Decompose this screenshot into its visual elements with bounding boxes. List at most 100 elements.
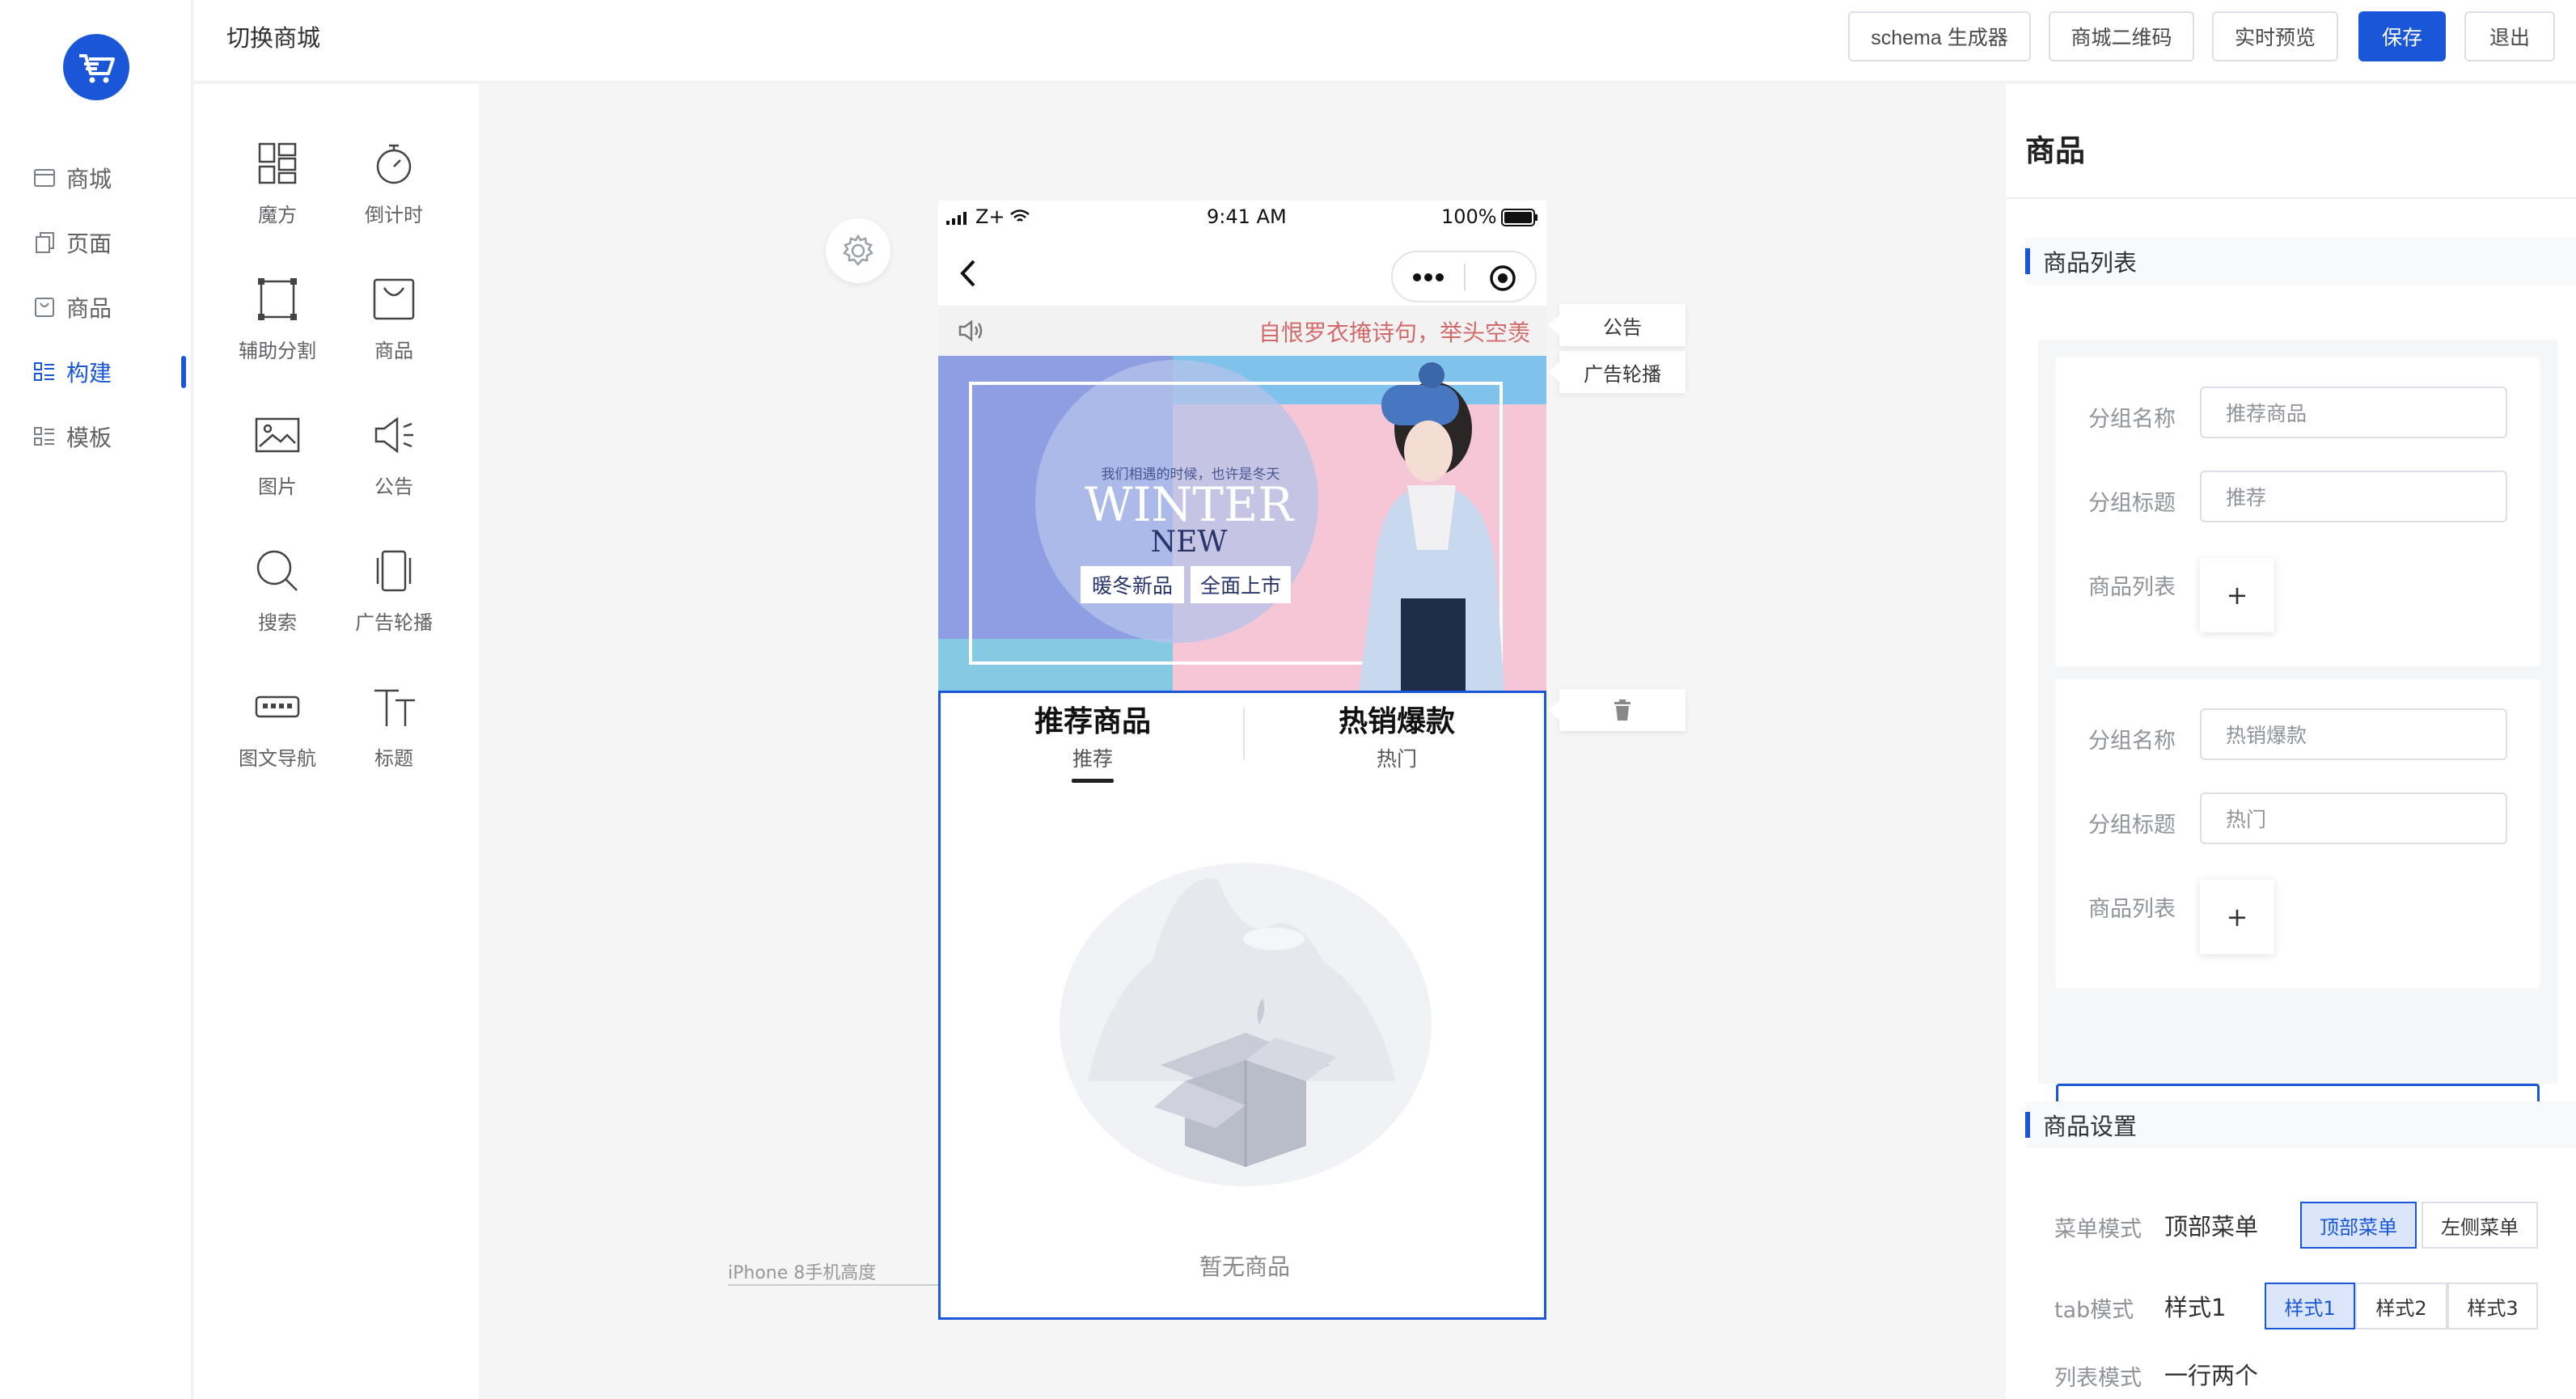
setting-label: tab模式 bbox=[2054, 1298, 2134, 1323]
comp-magic-cube[interactable]: 魔方 bbox=[225, 133, 330, 238]
setting-value: 一行两个 bbox=[2164, 1362, 2259, 1389]
page-settings-gear-icon[interactable] bbox=[826, 218, 890, 283]
group-title-input[interactable]: 热门 bbox=[2200, 792, 2507, 844]
comp-countdown[interactable]: 倒计时 bbox=[341, 133, 446, 238]
tab-title: 推荐商品 bbox=[1034, 705, 1151, 738]
grid-icon bbox=[258, 142, 297, 184]
nav-item-product[interactable]: 商品 bbox=[32, 288, 186, 327]
battery-text: 100% bbox=[1441, 205, 1497, 228]
megaphone-icon bbox=[374, 416, 413, 454]
image-icon bbox=[255, 417, 300, 453]
comp-image-nav[interactable]: 图文导航 bbox=[225, 676, 330, 781]
field-label: 分组标题 bbox=[2088, 813, 2176, 838]
field-label: 分组标题 bbox=[2088, 491, 2176, 516]
add-product-button[interactable]: + bbox=[2200, 880, 2274, 954]
trash-icon bbox=[1614, 700, 1631, 721]
comp-label: 倒计时 bbox=[365, 204, 423, 226]
banner-new-text: NEW bbox=[1150, 526, 1228, 559]
carousel-icon bbox=[376, 550, 412, 592]
status-bar: Z+ 9:41 AM 100% bbox=[938, 201, 1546, 236]
side-tag-notice[interactable]: 公告 bbox=[1548, 304, 1686, 346]
tab-style3-option[interactable]: 样式3 bbox=[2447, 1283, 2538, 1329]
comp-divider[interactable]: 辅助分割 bbox=[225, 268, 330, 374]
menu-left-option[interactable]: 左侧菜单 bbox=[2422, 1202, 2538, 1249]
comp-notice[interactable]: 公告 bbox=[341, 404, 446, 509]
comp-label: 图片 bbox=[258, 475, 297, 498]
section-product-list: 商品列表 bbox=[2025, 238, 2576, 285]
comp-label: 广告轮播 bbox=[355, 611, 433, 634]
field-label: 分组名称 bbox=[2088, 407, 2176, 432]
group-title-input[interactable]: 推荐 bbox=[2200, 471, 2507, 522]
panel-title: 商品 bbox=[2025, 133, 2085, 168]
iphone8-height-marker: iPhone 8手机高度 bbox=[728, 1258, 939, 1286]
empty-box-illustration bbox=[1060, 863, 1432, 1186]
group-name-input[interactable]: 热销爆款 bbox=[2200, 708, 2507, 760]
schema-generator-button[interactable]: schema 生成器 bbox=[1848, 11, 2031, 61]
nav-label-page: 页面 bbox=[66, 230, 112, 257]
nav-label-product: 商品 bbox=[66, 295, 112, 322]
section-product-settings: 商品设置 bbox=[2025, 1101, 2576, 1148]
add-product-button[interactable]: + bbox=[2200, 558, 2274, 632]
search-icon bbox=[256, 550, 298, 591]
carrier-text: Z+ bbox=[975, 205, 1005, 228]
comp-label: 魔方 bbox=[258, 204, 297, 226]
tab-style1-option[interactable]: 样式1 bbox=[2265, 1283, 2355, 1329]
nav-item-template[interactable]: 模板 bbox=[32, 417, 186, 456]
group-list: 分组名称 推荐商品 分组标题 推荐 商品列表 + 分组名称 热销爆款 分组标题 … bbox=[2038, 340, 2557, 1084]
store-icon bbox=[32, 166, 57, 190]
tab-subtitle: 热门 bbox=[1376, 747, 1417, 771]
notice-bar[interactable]: 自恨罗衣掩诗句，举头空羡 bbox=[938, 306, 1546, 356]
keyboard-icon bbox=[255, 695, 300, 718]
title-icon bbox=[374, 689, 415, 726]
nav-item-build[interactable]: 构建 bbox=[32, 353, 186, 391]
field-label: 分组名称 bbox=[2088, 729, 2176, 754]
top-bar: 切换商城 schema 生成器 商城二维码 实时预览 保存 退出 bbox=[194, 0, 2576, 82]
shop-cart-logo-icon[interactable] bbox=[63, 34, 129, 100]
speaker-icon bbox=[958, 319, 983, 342]
template-icon bbox=[32, 425, 57, 449]
tab-style2-option[interactable]: 样式2 bbox=[2355, 1283, 2447, 1329]
mini-program-navbar bbox=[938, 236, 1546, 309]
exit-button[interactable]: 退出 bbox=[2464, 11, 2555, 61]
product-tabs-block[interactable]: 推荐商品 推荐 热销爆款 热门 暂无商品 bbox=[938, 691, 1546, 1320]
component-palette: 魔方 倒计时 辅助分割 商品 图片 公告 搜索 广告轮播 图文导航 标题 bbox=[194, 84, 479, 1399]
group-card: 分组名称 推荐商品 分组标题 推荐 商品列表 + bbox=[2056, 357, 2540, 666]
back-icon[interactable] bbox=[959, 259, 977, 288]
group-name-input[interactable]: 推荐商品 bbox=[2200, 387, 2507, 438]
comp-search[interactable]: 搜索 bbox=[225, 540, 330, 645]
menu-top-option[interactable]: 顶部菜单 bbox=[2300, 1202, 2417, 1249]
comp-product[interactable]: 商品 bbox=[341, 268, 446, 374]
delete-block-button[interactable] bbox=[1548, 689, 1686, 731]
more-dots-icon[interactable] bbox=[1412, 270, 1445, 285]
comp-label: 辅助分割 bbox=[239, 340, 316, 362]
left-nav: 商城 页面 商品 构建 模板 bbox=[0, 0, 192, 1399]
page-icon bbox=[32, 230, 57, 255]
tab-subtitle: 推荐 bbox=[1072, 747, 1113, 771]
phone-preview: Z+ 9:41 AM 100% 自恨罗衣掩诗句，举头空羡 我们相遇的时候，也许是… bbox=[938, 201, 1546, 1320]
tab-recommended[interactable]: 推荐商品 推荐 bbox=[941, 698, 1245, 783]
group-card: 分组名称 热销爆款 分组标题 热门 商品列表 + bbox=[2056, 679, 2540, 988]
ad-banner-image[interactable]: 我们相遇的时候，也许是冬天 WINTER NEW 暖冬新品 全面上市 bbox=[938, 356, 1546, 691]
bag-icon bbox=[373, 278, 415, 320]
tab-hot[interactable]: 热销爆款 热门 bbox=[1245, 698, 1549, 772]
setting-label: 菜单模式 bbox=[2054, 1217, 2142, 1242]
store-qrcode-button[interactable]: 商城二维码 bbox=[2049, 11, 2194, 61]
comp-image[interactable]: 图片 bbox=[225, 404, 330, 509]
product-icon bbox=[32, 295, 57, 319]
battery-icon bbox=[1501, 209, 1538, 226]
close-target-icon[interactable] bbox=[1488, 264, 1517, 293]
banner-tag-new: 暖冬新品 bbox=[1081, 566, 1184, 603]
clock-text: 9:41 AM bbox=[1207, 205, 1287, 228]
comp-ad-carousel[interactable]: 广告轮播 bbox=[341, 540, 446, 645]
nav-item-page[interactable]: 页面 bbox=[32, 223, 186, 262]
comp-title[interactable]: 标题 bbox=[341, 676, 446, 781]
divider-icon bbox=[258, 278, 297, 320]
banner-winter-text: WINTER bbox=[1085, 477, 1293, 532]
save-button[interactable]: 保存 bbox=[2358, 11, 2446, 61]
comp-label: 商品 bbox=[374, 340, 413, 362]
nav-item-store[interactable]: 商城 bbox=[32, 158, 186, 197]
live-preview-button[interactable]: 实时预览 bbox=[2212, 11, 2338, 61]
switch-store-link[interactable]: 切换商城 bbox=[226, 19, 320, 53]
banner-tag-launch: 全面上市 bbox=[1191, 566, 1291, 603]
side-tag-carousel[interactable]: 广告轮播 bbox=[1548, 351, 1686, 393]
